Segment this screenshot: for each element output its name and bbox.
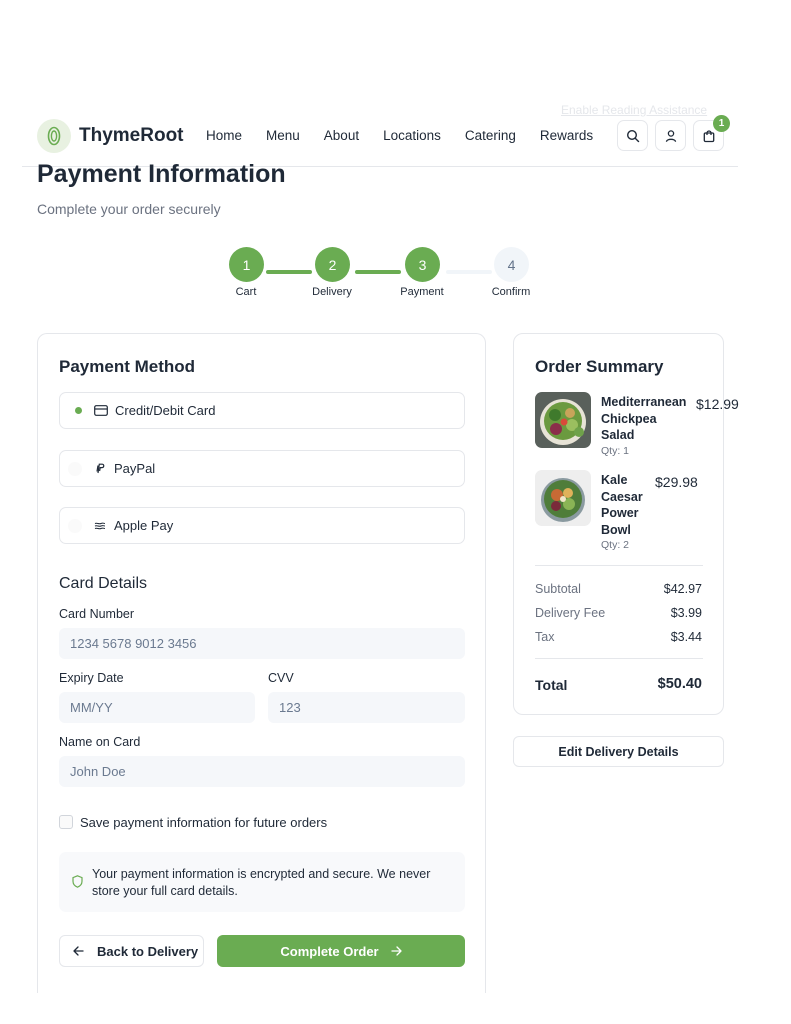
item-name-line: Bowl <box>601 522 631 537</box>
item-image <box>535 392 591 448</box>
logo[interactable] <box>37 119 71 153</box>
radio-unselected[interactable] <box>68 518 82 533</box>
expiry-date-label: Expiry Date <box>59 671 124 685</box>
subtotal-label: Subtotal <box>535 582 581 596</box>
name-on-card-label: Name on Card <box>59 735 141 749</box>
summary-divider <box>535 565 703 566</box>
credit-card-icon <box>94 405 108 417</box>
item-name: Mediterranean Chickpea Salad <box>601 394 686 444</box>
step-4-circle: 4 <box>494 247 529 282</box>
step-4-label: Confirm <box>491 286 531 298</box>
user-icon <box>665 129 676 142</box>
item-name-line: Chickpea <box>601 411 657 426</box>
complete-button-label: Complete Order <box>280 943 379 959</box>
order-summary-card: Order Summary Mediterranean Chickpea Sal… <box>513 333 739 715</box>
account-button[interactable] <box>655 120 686 151</box>
method-apple-pay[interactable]: Apple Pay <box>59 507 465 544</box>
arrow-left-icon <box>73 946 84 956</box>
paypal-icon <box>93 463 107 475</box>
search-icon <box>626 129 639 142</box>
payment-method-title: Payment Method <box>59 357 196 376</box>
security-notice: Your payment information is encrypted an… <box>59 852 465 912</box>
apple-pay-icon <box>93 520 107 532</box>
nav-menu[interactable]: Menu <box>266 128 300 143</box>
cart-button[interactable]: 1 <box>693 115 730 151</box>
shopping-bag-icon <box>703 129 714 142</box>
method-label: Credit/Debit Card <box>115 403 216 418</box>
complete-order-button[interactable]: Complete Order <box>217 935 465 967</box>
subtotal-value: $42.97 <box>663 582 702 596</box>
arrow-right-icon <box>390 946 402 956</box>
delivery-fee-label: Delivery Fee <box>535 606 606 620</box>
cvv-input[interactable] <box>268 692 465 723</box>
checkout-progress: 1 Cart 2 Delivery 3 Payment 4 Confirm <box>0 246 791 306</box>
method-label: Apple Pay <box>114 518 174 533</box>
card-number-input[interactable] <box>59 628 465 659</box>
payment-card: Payment Method Credit/Debit Card PayPal <box>37 333 486 993</box>
nav-about[interactable]: About <box>324 128 359 143</box>
step-3-label: Payment <box>400 286 444 298</box>
step-3-circle: 3 <box>405 247 440 282</box>
brand-name[interactable]: ThymeRoot <box>79 125 184 147</box>
security-notice-text: Your payment information is encrypted an… <box>92 867 431 898</box>
item-name-line: Salad <box>601 428 635 442</box>
nav-locations[interactable]: Locations <box>383 128 441 143</box>
item-name-line: Power <box>601 506 639 520</box>
summary-divider <box>535 658 703 659</box>
nav-home[interactable]: Home <box>206 128 242 143</box>
order-summary-title: Order Summary <box>535 357 664 376</box>
item-name-line: Mediterranean <box>601 395 687 409</box>
item-name-line: Kale <box>601 473 628 487</box>
item-price: $12.99 <box>696 396 739 412</box>
step-connector <box>446 270 492 274</box>
item-name-line: Caesar <box>601 489 643 504</box>
card-number-label: Card Number <box>59 607 135 621</box>
back-to-delivery-button[interactable]: Back to Delivery <box>59 935 204 967</box>
step-connector <box>266 270 312 274</box>
bowl-image <box>535 470 591 526</box>
item-image <box>535 470 591 526</box>
save-payment-label[interactable]: Save payment information for future orde… <box>80 815 327 830</box>
tax-value: $3.44 <box>670 630 702 644</box>
item-name: Kale Caesar Power Bowl <box>601 472 643 538</box>
cvv-label: CVV <box>268 671 294 685</box>
total-value: $50.40 <box>657 676 702 692</box>
save-payment-checkbox[interactable] <box>59 815 73 829</box>
step-2-circle: 2 <box>315 247 350 282</box>
edit-delivery-button[interactable]: Edit Delivery Details <box>513 736 724 767</box>
item-qty: Qty: 1 <box>601 445 630 457</box>
item-price: $29.98 <box>655 474 698 490</box>
total-label: Total <box>535 677 568 693</box>
nav-rewards[interactable]: Rewards <box>540 128 593 143</box>
shield-icon <box>72 875 83 888</box>
card-details-title: Card Details <box>59 575 148 592</box>
page-title: Payment Information <box>37 160 286 188</box>
nav-catering[interactable]: Catering <box>465 128 516 143</box>
radio-unselected[interactable] <box>68 461 82 476</box>
tax-label: Tax <box>535 630 555 644</box>
step-2-label: Delivery <box>312 286 352 298</box>
salad-image <box>535 392 591 448</box>
main-nav: Home Menu About Locations Catering Rewar… <box>206 128 617 143</box>
page-subtitle: Complete your order securely <box>37 201 221 217</box>
step-1-label: Cart <box>235 286 257 298</box>
method-label: PayPal <box>114 461 156 476</box>
cart-count-badge: 1 <box>713 115 730 132</box>
name-on-card-input[interactable] <box>59 756 465 787</box>
step-connector <box>355 270 401 274</box>
logo-icon <box>47 126 61 146</box>
reading-assistance-link[interactable]: Enable Reading Assistance <box>561 103 707 117</box>
delivery-fee-value: $3.99 <box>670 606 702 620</box>
item-qty: Qty: 2 <box>601 539 630 551</box>
search-button[interactable] <box>617 120 648 151</box>
step-1-circle: 1 <box>229 247 264 282</box>
method-paypal[interactable]: PayPal <box>59 450 465 487</box>
method-credit-card[interactable]: Credit/Debit Card <box>59 392 465 429</box>
expiry-date-input[interactable] <box>59 692 255 723</box>
radio-selected[interactable] <box>75 407 82 414</box>
back-button-label: Back to Delivery <box>97 943 199 959</box>
